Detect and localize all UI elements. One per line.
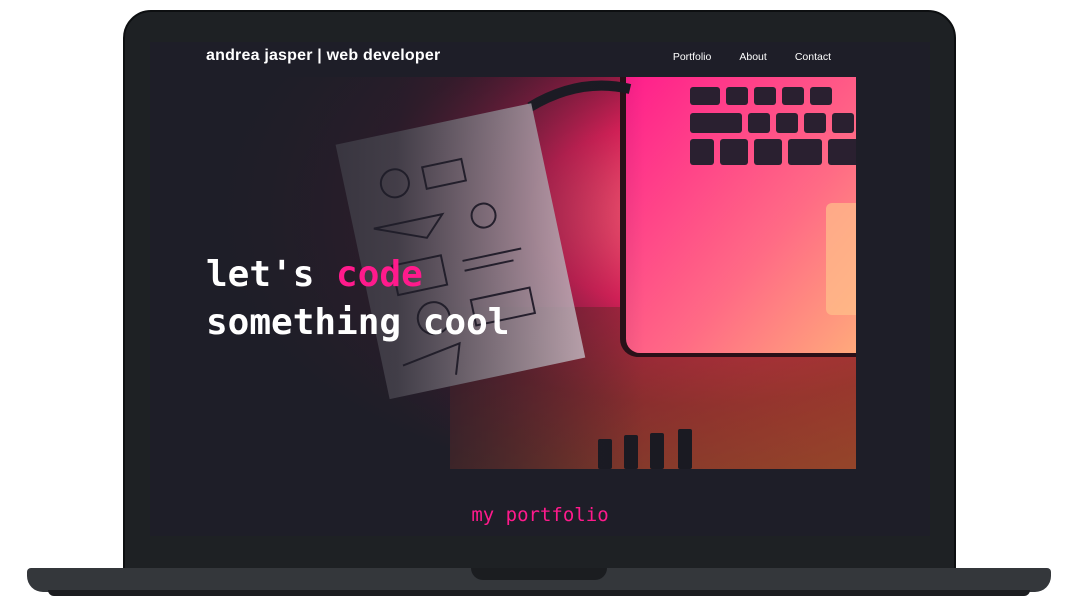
nav-link-contact[interactable]: Contact — [795, 51, 831, 63]
nav-bar: Portfolio About Contact — [673, 51, 831, 63]
hero-headline-line1: let's code — [206, 251, 509, 299]
portfolio-section-heading: my portfolio — [471, 504, 609, 526]
screen: andrea jasper | web developer Portfolio … — [150, 42, 930, 536]
hero-headline-prefix: let's — [206, 254, 337, 295]
nav-link-portfolio[interactable]: Portfolio — [673, 51, 712, 63]
site-title[interactable]: andrea jasper | web developer — [206, 47, 440, 65]
laptop-base-shadow — [48, 590, 1030, 596]
hero-headline-line2: something cool — [206, 302, 510, 343]
hero-headline-accent: code — [336, 254, 423, 295]
laptop-notch — [471, 568, 607, 580]
nav-link-about[interactable]: About — [739, 51, 766, 63]
hero-headline: let's code something cool — [206, 251, 509, 347]
